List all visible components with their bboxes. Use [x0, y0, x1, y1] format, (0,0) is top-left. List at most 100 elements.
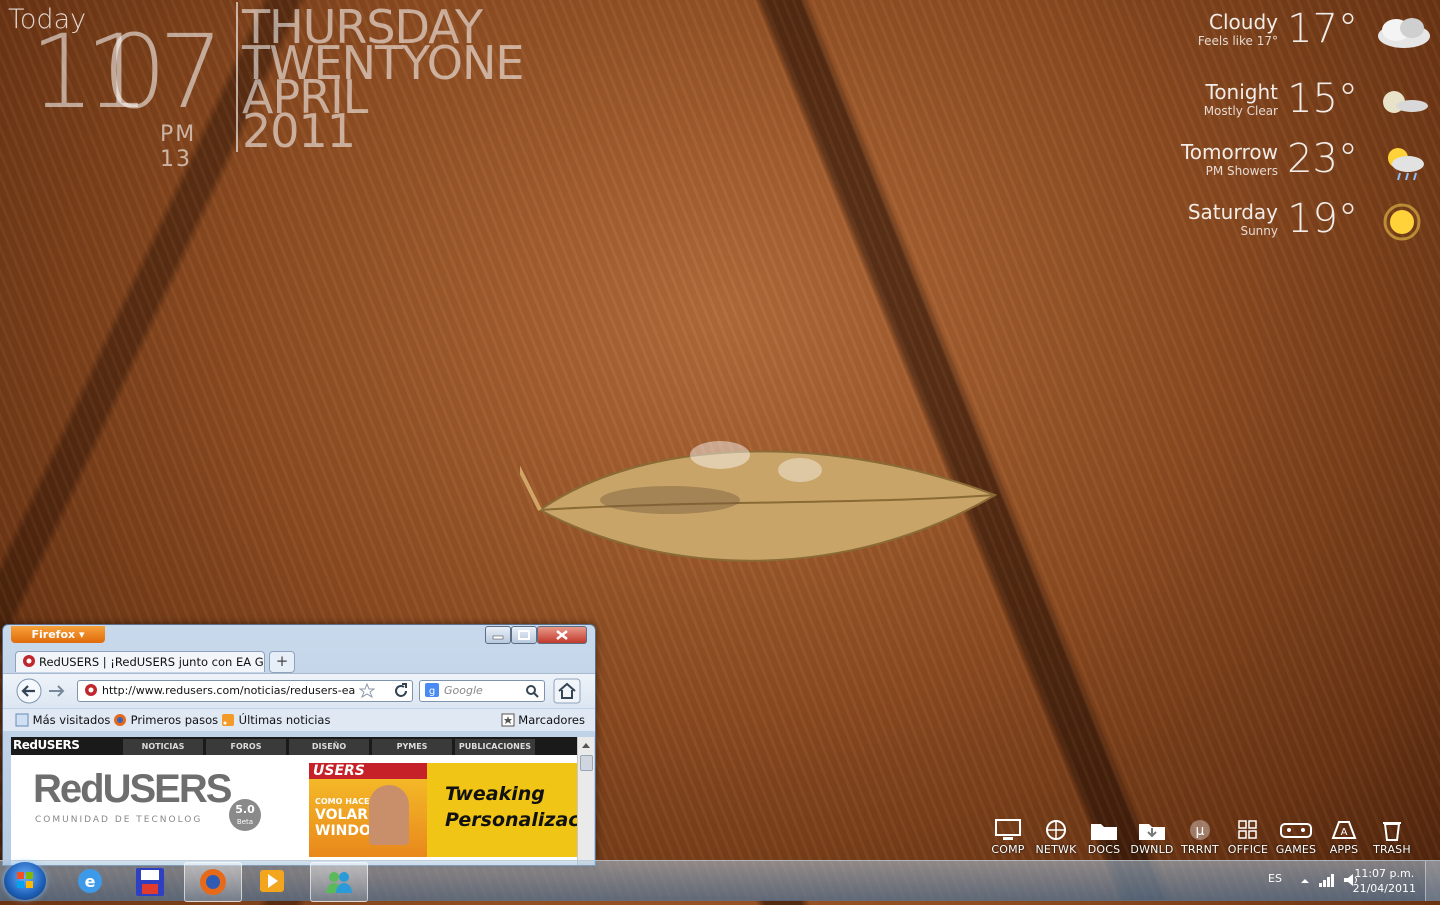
minimize-button[interactable]: [485, 626, 511, 644]
weather-condition: PM Showers: [1205, 164, 1278, 178]
sun-icon: [1383, 203, 1421, 241]
vertical-scrollbar[interactable]: [577, 737, 594, 865]
taskbar-internet-explorer[interactable]: e: [62, 862, 118, 900]
bookmark-most-visited[interactable]: Más visitados: [15, 713, 110, 727]
weather-row-tonight: Tonight Mostly Clear 15°: [1160, 76, 1440, 134]
bookmarks-menu[interactable]: Marcadores: [501, 713, 585, 727]
dock-torrent[interactable]: µ TRRNT: [1176, 818, 1224, 858]
site-logo-small[interactable]: RedUSERS: [13, 738, 80, 752]
dock-docs[interactable]: DOCS: [1080, 818, 1128, 858]
weather-row-tomorrow: Tomorrow PM Showers 23°: [1160, 136, 1440, 194]
site-nav-pymes[interactable]: PYMES: [372, 739, 452, 755]
back-button[interactable]: [15, 678, 43, 704]
show-desktop-button[interactable]: [1425, 861, 1440, 901]
sun-rain-icon: [1388, 148, 1424, 181]
scroll-up-icon[interactable]: [578, 738, 594, 752]
url-text: http://www.redusers.com/noticias/reduser…: [102, 684, 356, 697]
taskbar-date: 21/04/2011: [1352, 882, 1416, 895]
taskbar-media-player[interactable]: [244, 862, 300, 900]
bookmark-latest-news[interactable]: Últimas noticias: [221, 713, 330, 727]
bookmarks-menu-label: Marcadores: [518, 713, 585, 727]
minimize-icon: [492, 635, 504, 640]
navigation-toolbar: http://www.redusers.com/noticias/reduser…: [3, 673, 595, 708]
show-hidden-icons-icon[interactable]: [1300, 875, 1310, 885]
bookmark-getting-started[interactable]: Primeros pasos: [113, 713, 218, 727]
taskbar-save-app[interactable]: [122, 862, 178, 900]
dock-label: GAMES: [1275, 843, 1317, 856]
weather-row-now: Cloudy Feels like 17° 17°: [1160, 6, 1440, 64]
banner-title: Tweaking: [445, 783, 545, 805]
moon-cloud-icon: [1383, 91, 1428, 113]
trash-icon: [1383, 822, 1401, 841]
site-tagline: COMUNIDAD DE TECNOLOG: [35, 815, 203, 825]
dock-games[interactable]: GAMES: [1272, 818, 1320, 858]
leaf-wallpaper-image: [520, 441, 998, 562]
site-nav-noticias[interactable]: NOTICIAS: [123, 739, 203, 755]
site-identity-icon: [85, 684, 97, 696]
weather-period: Tomorrow: [1180, 140, 1278, 164]
site-nav-publicaciones[interactable]: PUBLICACIONES: [455, 739, 535, 755]
magazine-brand: USERS: [309, 763, 427, 779]
dock-label: NETWK: [1035, 843, 1077, 856]
close-button[interactable]: [537, 626, 587, 644]
torrent-icon: µ: [1190, 820, 1210, 840]
dock-label: APPS: [1329, 843, 1359, 856]
reload-icon[interactable]: [392, 682, 410, 700]
weather-temp: 17°: [1287, 6, 1358, 52]
forward-button[interactable]: [45, 681, 67, 701]
language-indicator[interactable]: ES: [1268, 872, 1282, 885]
site-nav-diseno[interactable]: DISEÑO: [289, 739, 369, 755]
clock-year: 2011: [242, 104, 356, 158]
weather-condition: Cloudy: [1209, 10, 1278, 34]
magazine-headline-1: COMO HACER: [315, 797, 376, 806]
network-signal-icon[interactable]: [1318, 871, 1336, 889]
dock-label: DOCS: [1087, 843, 1121, 856]
maximize-icon: [518, 630, 530, 640]
dock-office[interactable]: OFFICE: [1224, 818, 1272, 858]
weather-condition: Sunny: [1240, 224, 1278, 238]
dock-downloads[interactable]: DWNLD: [1128, 818, 1176, 858]
weather-temp: 23°: [1287, 136, 1358, 182]
bookmark-label: Más visitados: [32, 713, 111, 727]
taskbar-messenger[interactable]: [310, 862, 368, 902]
search-go-icon[interactable]: [525, 684, 539, 698]
banner-ad[interactable]: Tweaking Personalizaci: [427, 763, 577, 857]
maximize-button[interactable]: [511, 626, 537, 644]
apps-icon: A: [1331, 821, 1357, 839]
site-nav-foros[interactable]: FOROS: [206, 739, 286, 755]
bookmark-star-icon[interactable]: [359, 683, 375, 699]
office-icon: [1238, 820, 1257, 839]
taskbar-firefox[interactable]: [184, 862, 242, 902]
weather-widget: Cloudy Feels like 17° 17° Tonight Mostly…: [1160, 0, 1440, 250]
firefox-menu-label: Firefox: [31, 628, 76, 641]
weather-temp: 19°: [1287, 196, 1358, 242]
scrollbar-thumb[interactable]: [580, 755, 593, 771]
dock-label: TRRNT: [1181, 843, 1219, 856]
dock-network[interactable]: NETWK: [1032, 818, 1080, 858]
home-button[interactable]: [553, 678, 581, 704]
bookmarks-menu-icon: [501, 713, 515, 727]
dock-computer[interactable]: COMP: [984, 818, 1032, 858]
clock-ampm: PM 13: [160, 122, 197, 172]
firefox-menu-button[interactable]: Firefox ▾: [11, 626, 105, 643]
taskbar-clock[interactable]: 11:07 p.m. 21/04/2011: [1353, 866, 1416, 896]
weather-period: Saturday: [1187, 200, 1278, 224]
clock-minute: 07: [102, 13, 224, 132]
dock-trash[interactable]: TRASH: [1368, 818, 1416, 858]
most-visited-icon: [15, 713, 29, 727]
tab-title: RedUSERS | ¡RedUSERS junto con EA Ga...: [39, 655, 265, 669]
windows-logo-icon: [17, 872, 33, 888]
new-tab-button[interactable]: +: [269, 651, 295, 673]
computer-icon: [995, 819, 1021, 840]
weather-row-saturday: Saturday Sunny 19°: [1160, 196, 1440, 254]
floppy-disk-icon: [136, 868, 164, 896]
weather-feels-like: Feels like 17°: [1197, 34, 1278, 48]
banner-subtitle: Personalizaci: [445, 809, 577, 831]
desktop-dock: COMP NETWK DOCS DWNLD µ TRRNT OFFICE GAM…: [984, 818, 1420, 858]
version-sub: Beta: [236, 818, 254, 826]
dock-apps[interactable]: A APPS: [1320, 818, 1368, 858]
magazine-cover[interactable]: USERS COMO HACER VOLAR WINDOWS7: [309, 763, 427, 857]
site-logo[interactable]: RedUSERS: [33, 767, 232, 812]
browser-tab[interactable]: RedUSERS | ¡RedUSERS junto con EA Ga...: [15, 651, 265, 672]
start-button[interactable]: [4, 862, 46, 900]
